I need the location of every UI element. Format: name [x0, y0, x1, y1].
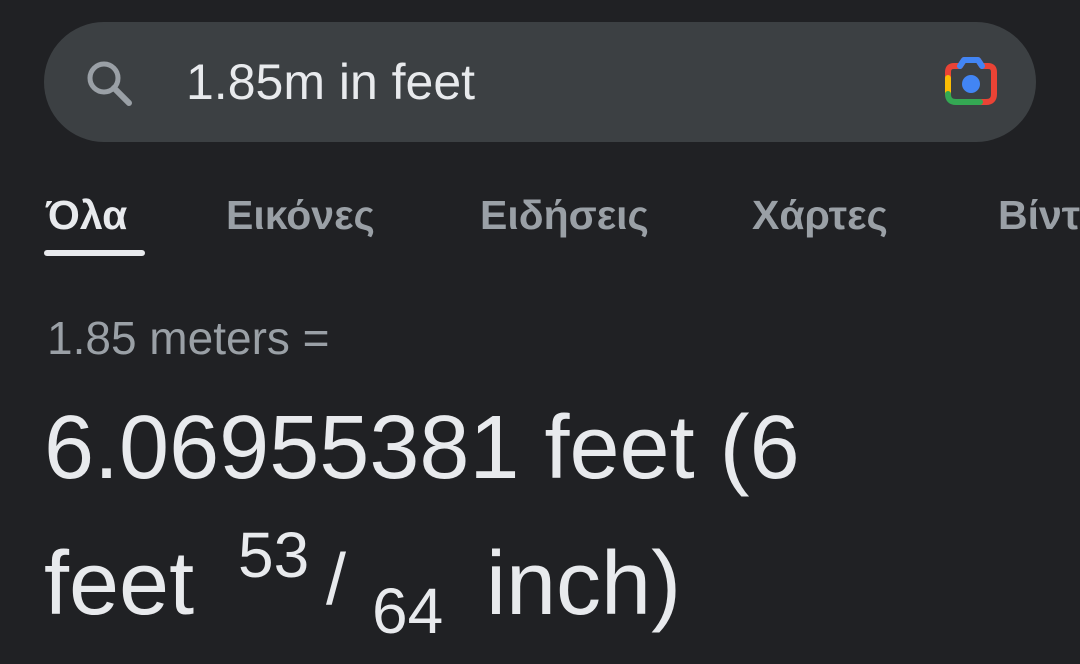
- result-line-1: 6.06955381 feet (6: [44, 398, 800, 498]
- fraction-numerator: 53: [238, 519, 310, 591]
- conversion-query: 1.85 meters =: [47, 312, 330, 364]
- fraction-denominator: 64: [372, 575, 444, 647]
- result-feet-label: feet: [44, 534, 195, 634]
- result-inch-label: inch): [486, 534, 682, 634]
- search-results-page: 1.85m in feet Όλα Εικόνες Ειδήσεις Χάρτε…: [0, 0, 1080, 664]
- conversion-result: 6.06955381 feet (6 feet 53 / 64 inch): [44, 380, 1044, 652]
- search-icon[interactable]: [82, 56, 136, 110]
- result-line-2: feet 53 / 64 inch): [44, 516, 1044, 652]
- tab-news[interactable]: Ειδήσεις: [480, 190, 649, 240]
- tab-all[interactable]: Όλα: [46, 190, 127, 240]
- active-tab-indicator: [44, 250, 145, 256]
- tab-videos[interactable]: Βίντ: [998, 190, 1080, 240]
- search-tabs: Όλα Εικόνες Ειδήσεις Χάρτες Βίντ: [0, 182, 1080, 262]
- google-lens-icon[interactable]: [940, 56, 1002, 110]
- tab-maps[interactable]: Χάρτες: [752, 190, 888, 240]
- tab-images[interactable]: Εικόνες: [226, 190, 375, 240]
- search-input[interactable]: 1.85m in feet: [186, 52, 475, 112]
- fraction-slash: /: [326, 540, 347, 620]
